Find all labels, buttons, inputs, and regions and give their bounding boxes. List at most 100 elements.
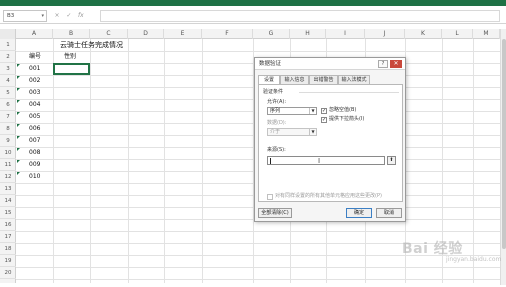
close-icon[interactable]: ✕ xyxy=(390,60,402,68)
row-header[interactable]: 11 xyxy=(0,159,16,171)
row-header[interactable]: 18 xyxy=(0,243,16,255)
chevron-down-icon[interactable]: ▾ xyxy=(41,11,44,21)
selected-cell-b3[interactable] xyxy=(53,63,90,75)
ok-button[interactable]: 确定 xyxy=(346,208,372,218)
row-header[interactable]: 2 xyxy=(0,51,16,63)
error-indicator-icon xyxy=(17,148,20,151)
grid-line xyxy=(16,279,500,280)
column-header-f[interactable]: F xyxy=(202,29,253,39)
data-validation-dialog: 数据验证 ? ✕ 设置 输入信息 出错警告 输入法模式 验证条件 允许(A): … xyxy=(254,57,406,222)
error-indicator-icon xyxy=(17,160,20,163)
dialog-title: 数据验证 xyxy=(259,61,282,67)
sheet-title: 云骑士任务完成情况 xyxy=(60,41,123,49)
header-id: 编号 xyxy=(29,53,42,60)
help-icon[interactable]: ? xyxy=(378,60,388,68)
chevron-down-icon[interactable]: ▼ xyxy=(309,108,316,114)
cancel-formula-icon[interactable]: × xyxy=(52,10,62,22)
grid-line xyxy=(16,231,500,232)
dropdown-checkbox[interactable]: ✓ xyxy=(321,117,327,123)
id-cell[interactable]: 002 xyxy=(29,75,40,87)
dialog-titlebar[interactable]: 数据验证 ? ✕ xyxy=(255,58,405,70)
name-box-value: B3 xyxy=(7,13,15,19)
data-select[interactable]: 介于 ▼ xyxy=(267,128,317,136)
apply-all-label: 对有同样设置的所有其他单元格应用这些更改(P) xyxy=(275,193,382,199)
row-header[interactable]: 1 xyxy=(0,39,16,51)
allow-select-value: 序列 xyxy=(270,108,281,114)
formula-bar: B3 ▾ × ✓ fx xyxy=(0,8,506,24)
source-input[interactable]: I xyxy=(267,156,385,165)
column-header-k[interactable]: K xyxy=(405,29,442,39)
column-header-b[interactable]: B xyxy=(53,29,90,39)
column-header-c[interactable]: C xyxy=(90,29,128,39)
row-header[interactable]: 20 xyxy=(0,267,16,279)
column-header-i[interactable]: I xyxy=(326,29,365,39)
column-header-a[interactable]: A xyxy=(16,29,53,39)
source-label: 来源(S): xyxy=(267,147,286,153)
row-header[interactable]: 14 xyxy=(0,195,16,207)
row-header[interactable]: 17 xyxy=(0,231,16,243)
settings-panel: 验证条件 允许(A): 序列 ▼ ✓ 忽略空值(B) ✓ 提供下拉箭头(I) 数… xyxy=(258,84,403,202)
grid-line xyxy=(16,267,500,268)
row-header[interactable]: 13 xyxy=(0,183,16,195)
id-cell[interactable]: 009 xyxy=(29,159,40,171)
column-header-h[interactable]: H xyxy=(290,29,326,39)
formula-input[interactable] xyxy=(100,10,500,22)
dropdown-label: 提供下拉箭头(I) xyxy=(329,116,365,122)
column-header-m[interactable]: M xyxy=(473,29,500,39)
id-cell[interactable]: 008 xyxy=(29,147,40,159)
column-header-d[interactable]: D xyxy=(128,29,164,39)
row-header[interactable]: 19 xyxy=(0,255,16,267)
ignore-blank-label: 忽略空值(B) xyxy=(329,107,357,113)
id-cell[interactable]: 003 xyxy=(29,87,40,99)
row-header[interactable]: 7 xyxy=(0,111,16,123)
grid-line xyxy=(16,51,500,52)
id-cell[interactable]: 007 xyxy=(29,135,40,147)
apply-all-checkbox[interactable] xyxy=(267,194,273,200)
confirm-formula-icon[interactable]: ✓ xyxy=(64,10,74,22)
row-header[interactable]: 8 xyxy=(0,123,16,135)
cancel-button[interactable]: 取消 xyxy=(376,208,402,218)
error-indicator-icon xyxy=(17,124,20,127)
formula-buttons: × ✓ fx xyxy=(52,10,98,22)
row-header[interactable]: 4 xyxy=(0,75,16,87)
name-box[interactable]: B3 ▾ xyxy=(3,10,47,22)
row-header[interactable]: 15 xyxy=(0,207,16,219)
data-label: 数据(D): xyxy=(267,120,287,126)
row-header[interactable]: 16 xyxy=(0,219,16,231)
id-cell[interactable]: 001 xyxy=(29,63,40,75)
row-header[interactable]: 10 xyxy=(0,147,16,159)
insert-function-icon[interactable]: fx xyxy=(76,10,86,22)
ribbon-strip xyxy=(0,0,506,6)
chevron-down-icon[interactable]: ▼ xyxy=(309,129,316,135)
allow-label: 允许(A): xyxy=(267,99,287,105)
header-gender: 性别 xyxy=(64,53,77,60)
row-header[interactable]: 12 xyxy=(0,171,16,183)
id-cell[interactable]: 006 xyxy=(29,123,40,135)
select-all-corner[interactable] xyxy=(0,29,16,39)
row-header[interactable]: 6 xyxy=(0,99,16,111)
range-select-icon[interactable]: ⬆ xyxy=(387,156,396,165)
ibeam-cursor-icon: I xyxy=(318,157,321,165)
row-header[interactable]: 3 xyxy=(0,63,16,75)
error-indicator-icon xyxy=(17,100,20,103)
error-indicator-icon xyxy=(17,112,20,115)
column-header-e[interactable]: E xyxy=(164,29,202,39)
row-header[interactable]: 5 xyxy=(0,87,16,99)
row-header[interactable]: 9 xyxy=(0,135,16,147)
id-cell[interactable]: 004 xyxy=(29,99,40,111)
id-cell[interactable]: 010 xyxy=(29,171,40,183)
text-caret xyxy=(270,158,271,164)
error-indicator-icon xyxy=(17,88,20,91)
error-indicator-icon xyxy=(17,64,20,67)
id-cell[interactable]: 005 xyxy=(29,111,40,123)
scroll-thumb[interactable] xyxy=(502,39,506,249)
watermark-logo: Bai 经验 xyxy=(402,241,463,257)
error-indicator-icon xyxy=(17,136,20,139)
column-header-l[interactable]: L xyxy=(442,29,473,39)
vertical-scrollbar[interactable] xyxy=(500,29,506,285)
ignore-blank-checkbox[interactable]: ✓ xyxy=(321,108,327,114)
column-header-j[interactable]: J xyxy=(365,29,405,39)
column-header-g[interactable]: G xyxy=(253,29,290,39)
clear-all-button[interactable]: 全部清除(C) xyxy=(258,208,292,218)
allow-select[interactable]: 序列 ▼ xyxy=(267,107,317,115)
